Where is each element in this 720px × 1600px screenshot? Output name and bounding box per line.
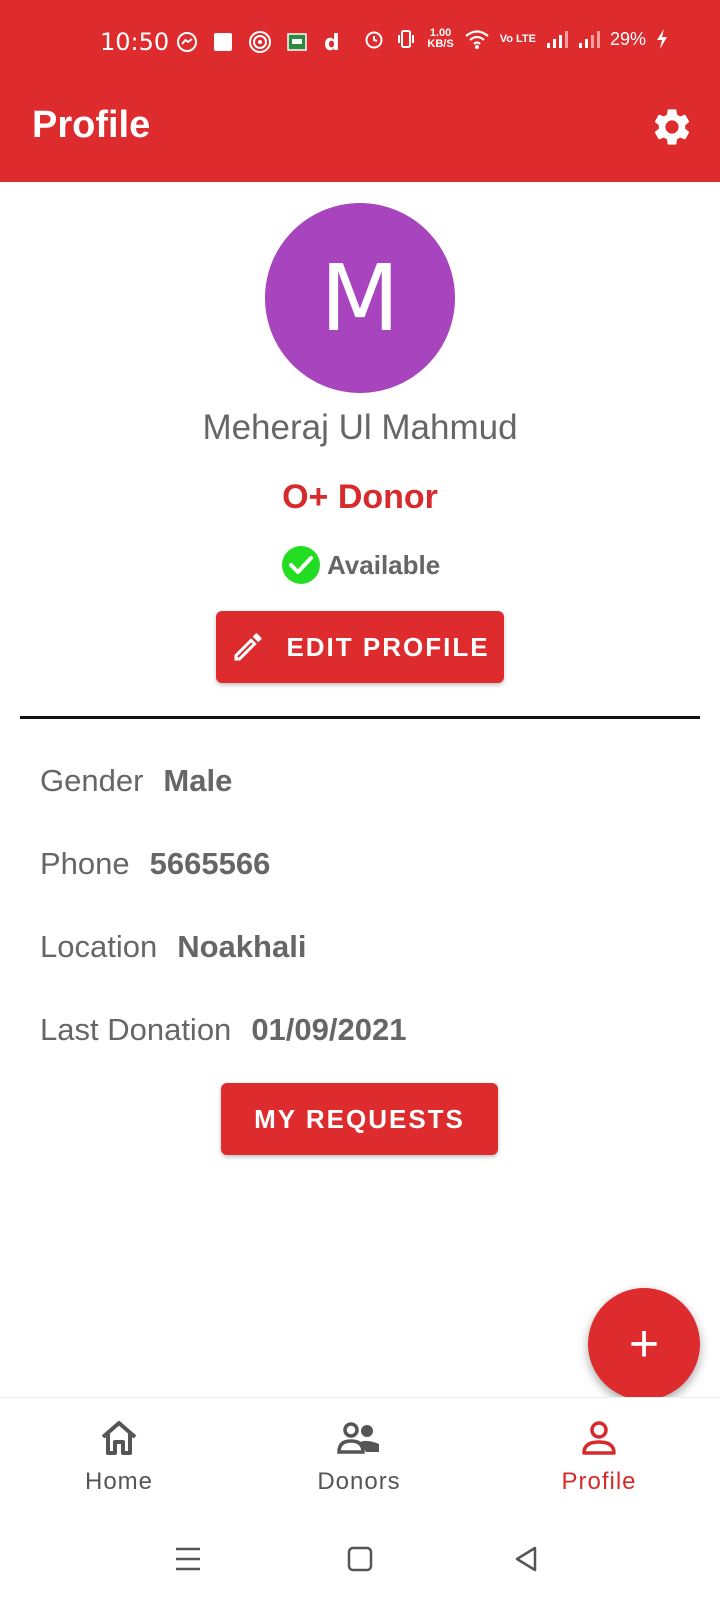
wifi-icon — [465, 30, 489, 49]
volte-label: Vo LTE — [499, 32, 536, 45]
pencil-icon — [234, 633, 262, 661]
page-title: Profile — [32, 104, 151, 146]
spiral-app-icon — [249, 31, 271, 53]
nav-donors-label: Donors — [317, 1468, 401, 1495]
nav-home[interactable]: Home — [19, 1418, 219, 1496]
vibrate-icon — [398, 30, 415, 48]
donors-icon — [337, 1422, 379, 1454]
svg-text:d: d — [324, 31, 340, 54]
blood-group-label: O+ Donor — [282, 478, 438, 516]
location-label: Location — [40, 929, 158, 964]
nav-donors[interactable]: Donors — [259, 1418, 459, 1496]
phone-value: 5665566 — [149, 846, 271, 881]
availability-status: Available — [281, 545, 440, 585]
d-app-icon: d — [324, 31, 340, 54]
alarm-icon — [365, 31, 383, 49]
square-app-icon — [214, 33, 232, 51]
nav-profile-label: Profile — [561, 1468, 637, 1495]
nav-profile[interactable]: Profile — [499, 1418, 699, 1496]
system-navigation — [0, 1517, 720, 1600]
gender-label: Gender — [40, 763, 144, 798]
location-value: Noakhali — [177, 929, 307, 964]
notification-icons: d — [176, 30, 342, 54]
section-divider — [20, 716, 700, 719]
square-icon — [347, 1546, 373, 1572]
back-button[interactable] — [506, 1539, 546, 1579]
charging-icon — [657, 29, 667, 49]
edit-profile-label: EDIT PROFILE — [286, 631, 490, 662]
bottom-navigation: Home Donors Profile — [0, 1397, 720, 1517]
last-donation-row: Last Donation 01/09/2021 — [40, 1012, 406, 1048]
speed-unit: KB/S — [427, 38, 454, 50]
add-request-fab[interactable]: + — [588, 1288, 700, 1400]
network-speed: 1.00 KB/S — [427, 28, 453, 50]
phone-row: Phone 5665566 — [40, 846, 270, 882]
last-donation-label: Last Donation — [40, 1012, 232, 1047]
gear-icon[interactable] — [650, 105, 694, 149]
back-triangle-icon — [515, 1546, 537, 1572]
edit-profile-button[interactable]: EDIT PROFILE — [216, 611, 504, 683]
plus-icon: + — [628, 1315, 660, 1373]
recent-apps-button[interactable] — [168, 1539, 208, 1579]
my-requests-label: MY REQUESTS — [254, 1103, 465, 1134]
phone-label: Phone — [40, 846, 130, 881]
app-bar: 10:50 d 1.00 KB/S Vo LTE 29% Profile — [0, 0, 720, 182]
avatar-letter: M — [320, 244, 400, 352]
nav-home-label: Home — [84, 1468, 154, 1495]
gender-value: Male — [163, 763, 233, 798]
gender-row: Gender Male — [40, 763, 232, 799]
my-requests-button[interactable]: MY REQUESTS — [221, 1083, 498, 1155]
home-button[interactable] — [340, 1539, 380, 1579]
status-bar: 10:50 d 1.00 KB/S Vo LTE 29% — [0, 0, 720, 92]
messenger-icon — [177, 32, 197, 52]
home-icon — [101, 1421, 137, 1455]
profile-icon — [582, 1421, 616, 1455]
signal-icon — [546, 31, 568, 48]
check-circle-icon — [282, 546, 320, 584]
status-time: 10:50 — [100, 28, 170, 56]
signal-icon-2 — [578, 31, 600, 48]
last-donation-value: 01/09/2021 — [251, 1012, 407, 1047]
location-row: Location Noakhali — [40, 929, 306, 965]
battery-percent: 29% — [609, 28, 646, 49]
menu-icon — [176, 1547, 200, 1571]
user-name: Meheraj Ul Mahmud — [202, 408, 518, 447]
system-status-icons: 1.00 KB/S Vo LTE 29% — [363, 28, 668, 50]
bank-app-icon — [287, 33, 307, 51]
availability-text: Available — [327, 549, 441, 580]
avatar: M — [265, 203, 455, 393]
